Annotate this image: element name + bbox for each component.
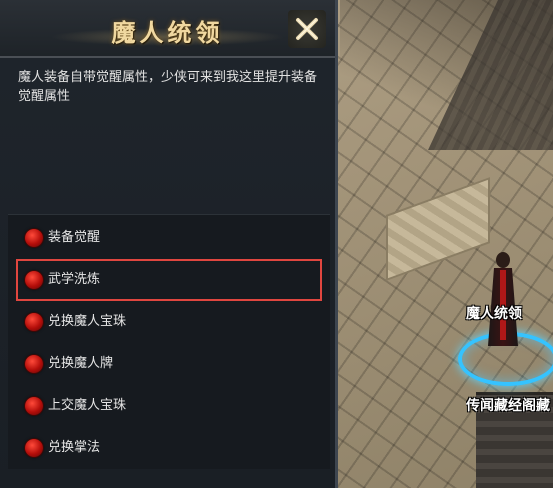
option-label: 装备觉醒	[48, 230, 101, 245]
option-label: 武学洗炼	[48, 272, 101, 287]
dialog-description-area: 魔人装备自带觉醒属性，少侠可来到我这里提升装备觉醒属性	[8, 60, 330, 210]
red-orb-icon	[25, 313, 43, 331]
npc-head	[496, 252, 510, 268]
option-equip-awaken[interactable]: 装备觉醒	[8, 217, 330, 259]
option-label: 兑换魔人宝珠	[48, 314, 127, 329]
location-sign-label[interactable]: 传闻藏经阁藏	[466, 396, 553, 416]
option-label: 兑换掌法	[48, 440, 101, 455]
red-orb-icon	[25, 355, 43, 373]
dialog-title-bar: 魔人统领	[0, 0, 335, 58]
red-orb-icon	[25, 229, 43, 247]
red-orb-icon	[25, 397, 43, 415]
red-orb-icon	[25, 439, 43, 457]
option-submit-demon-orb[interactable]: 上交魔人宝珠	[8, 385, 330, 427]
npc-dialog-panel: 魔人统领 魔人装备自带觉醒属性，少侠可来到我这里提升装备觉醒属性 装备觉醒 武学…	[0, 0, 338, 488]
red-orb-icon	[25, 271, 43, 289]
option-label: 上交魔人宝珠	[48, 398, 127, 413]
dialog-title: 魔人统领	[111, 18, 224, 47]
dialog-description: 魔人装备自带觉醒属性，少侠可来到我这里提升装备觉醒属性	[18, 70, 318, 104]
option-exchange-demon-token[interactable]: 兑换魔人牌	[8, 343, 330, 385]
option-label: 兑换魔人牌	[48, 356, 114, 371]
dialog-options-list: 装备觉醒 武学洗炼 兑换魔人宝珠 兑换魔人牌 上交魔人宝珠 兑换掌法	[8, 214, 330, 469]
close-button[interactable]	[288, 10, 326, 48]
stone-plaza-tile	[386, 177, 490, 281]
option-exchange-demon-orb[interactable]: 兑换魔人宝珠	[8, 301, 330, 343]
npc-name-label[interactable]: 魔人统领	[466, 303, 522, 323]
close-x-icon	[296, 18, 318, 40]
option-martial-refine[interactable]: 武学洗炼	[16, 259, 322, 301]
option-exchange-palm-skill[interactable]: 兑换掌法	[8, 427, 330, 469]
